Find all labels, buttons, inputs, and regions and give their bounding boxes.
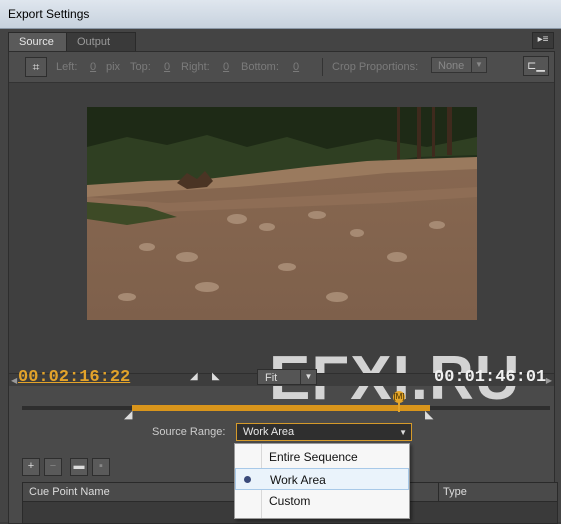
crop-proportions-select[interactable]: None ▼ <box>431 57 487 73</box>
crop-toolbar: ⌗ Left: 0 pix Top: 0 Right: 0 Bottom: 0 … <box>9 52 554 83</box>
option-label: Work Area <box>270 473 326 487</box>
work-area-bar[interactable] <box>132 405 430 411</box>
panel-menu-icon[interactable]: ▸≡ <box>532 32 554 49</box>
set-out-point-icon[interactable]: ◣ <box>212 371 220 382</box>
zoom-select[interactable]: Fit ▼ <box>257 369 317 385</box>
chevron-down-icon: ▼ <box>300 370 316 384</box>
crop-unit-label: pix <box>106 61 121 73</box>
crop-left-label: Left: <box>56 61 78 73</box>
option-label: Entire Sequence <box>269 450 358 464</box>
scroll-right-icon[interactable]: ▶ <box>546 376 552 385</box>
source-range-select[interactable]: Work Area ▼ <box>236 423 412 441</box>
window-titlebar: Export Settings <box>0 0 561 29</box>
remove-cue-point-icon[interactable]: − <box>44 458 62 476</box>
save-icon[interactable]: ▪ <box>92 458 110 476</box>
crop-top-field[interactable]: 0 <box>164 61 170 73</box>
scroll-left-icon[interactable]: ◀ <box>11 376 17 385</box>
duration: 00:01:46:01 <box>434 368 547 387</box>
video-preview-area: EFXI.RU <box>9 83 554 413</box>
set-in-point-icon[interactable]: ◢ <box>190 371 198 382</box>
out-point-handle[interactable]: ◣ <box>425 408 433 421</box>
option-entire-sequence[interactable]: Entire Sequence <box>235 446 409 468</box>
crop-proportions-value: None <box>438 60 465 72</box>
option-work-area[interactable]: Work Area <box>235 468 409 490</box>
crop-icon[interactable]: ⌗ <box>25 57 47 77</box>
tab-source[interactable]: Source <box>8 32 75 51</box>
crop-top-label: Top: <box>130 61 151 73</box>
source-range-label: Source Range: <box>152 426 226 438</box>
option-label: Custom <box>269 494 311 508</box>
crop-left-field[interactable]: 0 <box>90 61 96 73</box>
radio-selected-icon <box>244 476 251 483</box>
crop-right-field[interactable]: 0 <box>223 61 229 73</box>
playhead-line <box>398 402 400 412</box>
source-range-dropdown: Entire Sequence Work Area Custom <box>234 443 410 519</box>
open-folder-icon[interactable]: ▬ <box>70 458 88 476</box>
column-type[interactable]: Type <box>443 486 467 498</box>
chevron-down-icon: ▼ <box>399 428 407 437</box>
chevron-down-icon: ▼ <box>471 58 486 72</box>
add-cue-point-icon[interactable]: + <box>22 458 40 476</box>
option-custom[interactable]: Custom <box>235 490 409 512</box>
current-time[interactable]: 00:02:16:22 <box>18 368 130 387</box>
crop-proportions-label: Crop Proportions: <box>332 61 419 73</box>
crop-bottom-field[interactable]: 0 <box>293 61 299 73</box>
column-divider <box>438 483 439 501</box>
toolbar-divider <box>322 58 323 76</box>
source-range-value: Work Area <box>243 426 295 438</box>
crop-bottom-label: Bottom: <box>241 61 279 73</box>
scale-to-fit-icon[interactable]: ⊏▁ <box>523 56 549 76</box>
column-cue-point-name[interactable]: Cue Point Name <box>29 486 110 498</box>
window-title: Export Settings <box>8 7 90 21</box>
in-point-handle[interactable]: ◢ <box>124 408 132 421</box>
crop-right-label: Right: <box>181 61 210 73</box>
video-frame <box>87 107 477 320</box>
zoom-value: Fit <box>265 372 278 384</box>
tab-output[interactable]: Output <box>66 32 136 51</box>
